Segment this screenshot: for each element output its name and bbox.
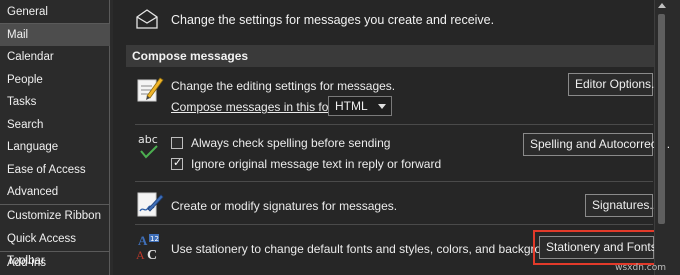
sidebar-item-people[interactable]: People (0, 69, 110, 91)
sidebar-item-tasks[interactable]: Tasks (0, 91, 110, 113)
spelling-autocorrect-button[interactable]: Spelling and Autocorrect... (523, 133, 670, 156)
sidebar-item-quick-access-toolbar[interactable]: Quick Access Toolbar (0, 228, 110, 267)
highlight-box (533, 230, 660, 265)
row-separator (135, 224, 653, 225)
editing-settings-text: Change the editing settings for messages… (171, 79, 396, 93)
section-header-compose: Compose messages (126, 45, 654, 67)
sidebar-item-ease-of-access[interactable]: Ease of Access (0, 159, 110, 181)
scroll-up-arrow-icon[interactable] (658, 3, 666, 8)
editing-pen-icon (135, 74, 165, 104)
sidebar-item-calendar[interactable]: Calendar (0, 46, 110, 68)
intro-row: Change the settings for messages you cre… (135, 8, 494, 32)
always-check-spelling-checkbox[interactable] (171, 137, 183, 149)
sidebar-item-search[interactable]: Search (0, 114, 110, 136)
svg-text:C: C (147, 248, 157, 262)
sidebar-item-mail[interactable]: Mail (0, 24, 110, 46)
row-separator (135, 124, 653, 125)
chevron-down-icon (378, 104, 386, 109)
envelope-icon (135, 8, 159, 32)
mail-options-panel: Change the settings for messages you cre… (113, 0, 670, 275)
always-check-spelling-label: Always check spelling before sending (191, 136, 391, 150)
sidebar-item-language[interactable]: Language (0, 136, 110, 158)
watermark: wsxdn.com (615, 263, 666, 273)
sidebar-item-advanced[interactable]: Advanced (0, 181, 110, 203)
signatures-text: Create or modify signatures for messages… (171, 199, 398, 213)
options-sidebar: General Mail Calendar People Tasks Searc… (0, 0, 110, 275)
spelling-icon-text: abc (138, 133, 158, 146)
row-separator (135, 181, 653, 182)
ignore-original-text-checkbox[interactable] (171, 156, 183, 170)
vertical-scrollbar[interactable] (654, 0, 667, 275)
ignore-original-text-label: Ignore original message text in reply or… (191, 157, 442, 171)
svg-text:A: A (138, 233, 148, 248)
editor-options-button[interactable]: Editor Options... (568, 73, 661, 96)
sidebar-item-general[interactable]: General (0, 1, 110, 23)
svg-text:A: A (136, 248, 145, 262)
compose-format-select[interactable]: HTML (328, 96, 392, 116)
scroll-thumb[interactable] (658, 14, 665, 224)
signature-icon (135, 189, 165, 219)
intro-text: Change the settings for messages you cre… (171, 13, 495, 27)
stationery-text: Use stationery to change default fonts a… (171, 242, 571, 256)
signatures-button[interactable]: Signatures... (585, 194, 659, 217)
spelling-abc-icon: abc (135, 132, 165, 162)
sidebar-item-add-ins[interactable]: Add-ins (0, 252, 110, 274)
stationery-fonts-icon: A C A 12 (135, 232, 165, 263)
compose-format-value: HTML (335, 99, 368, 113)
svg-text:12: 12 (150, 235, 159, 243)
sidebar-item-customize-ribbon[interactable]: Customize Ribbon (0, 205, 110, 227)
